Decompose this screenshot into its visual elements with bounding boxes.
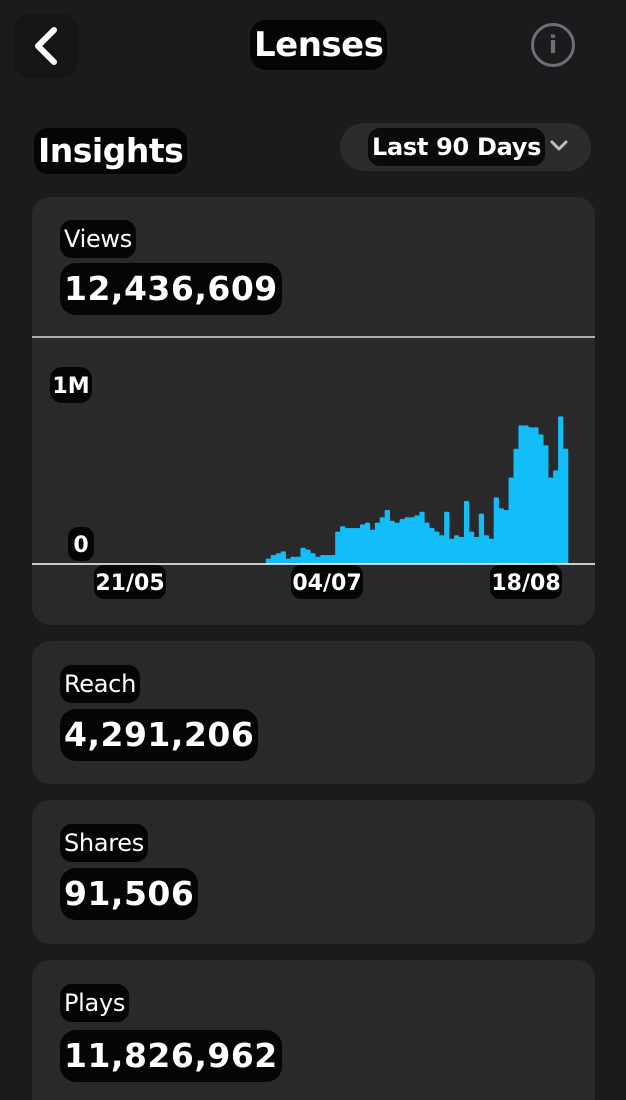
chart-bar (364, 522, 371, 564)
chart-bar (543, 445, 549, 564)
page-title: Lenses (250, 20, 388, 70)
chart-bar (330, 555, 336, 564)
chevron-left-icon (35, 27, 57, 65)
chart-bar (359, 524, 366, 564)
chart-bar (503, 510, 509, 564)
chart-bar (429, 528, 435, 564)
x-tick-label: 18/08 (491, 571, 560, 596)
chart-bar (379, 517, 385, 564)
date-range-value: Last 90 Days (368, 128, 546, 166)
chart-bar (563, 448, 569, 564)
plays-label: Plays (60, 984, 130, 1022)
chart-bar (548, 477, 554, 564)
chart-bar (483, 535, 490, 564)
plays-value: 11,826,962 (60, 1030, 282, 1082)
chart-bar (454, 535, 460, 564)
chart-bar (488, 538, 494, 564)
chart-bars (265, 416, 569, 564)
views-chart: 1M 0 21/05 04/07 18/08 (32, 336, 595, 599)
reach-value: 4,291,206 (60, 709, 259, 761)
chart-bar (320, 555, 326, 564)
reach-label: Reach (60, 665, 140, 703)
chart-bar (424, 522, 430, 564)
chart-bar (473, 537, 480, 564)
info-button[interactable]: i (531, 23, 575, 67)
shares-label: Shares (60, 824, 148, 862)
chart-bar (493, 497, 499, 564)
chart-bar (265, 558, 272, 564)
views-card[interactable]: Views 12,436,609 1M 0 21/05 04/07 18/08 (32, 197, 595, 625)
plays-card[interactable]: Plays 11,826,962 (32, 960, 595, 1100)
chart-bar (345, 528, 351, 564)
date-range-dropdown[interactable]: Last 90 Days (340, 123, 591, 171)
chart-bar (523, 425, 529, 564)
chart-bar (468, 531, 475, 564)
chart-bar (528, 427, 534, 564)
header: Lenses i (0, 0, 626, 92)
chart-bar (300, 547, 306, 564)
chart-bar (310, 553, 316, 564)
chart-bar (315, 556, 321, 564)
chevron-down-icon (550, 140, 568, 151)
chart-bar (350, 528, 356, 564)
chart-bar (553, 470, 559, 564)
chart-bar (270, 555, 276, 564)
chart-bar (384, 510, 390, 564)
chart-bar (374, 522, 381, 564)
chart-bar (498, 508, 504, 564)
chart-bar (538, 434, 544, 564)
chart-bar (325, 555, 331, 564)
chart-bar (508, 477, 514, 564)
chart-bar (513, 448, 519, 564)
chart-bar (533, 427, 539, 564)
chart-bar (419, 511, 425, 564)
chart-bar (275, 553, 281, 564)
chart-bar (449, 538, 455, 564)
chart-bar (404, 517, 410, 564)
chart-bar (295, 556, 301, 564)
x-tick-label: 04/07 (292, 571, 361, 596)
chart-bar (340, 526, 346, 564)
chart-bar (305, 549, 311, 564)
shares-value: 91,506 (60, 868, 199, 920)
chart-bar (444, 511, 450, 564)
insights-heading: Insights (34, 128, 188, 174)
chart-bar (459, 537, 465, 564)
chart-bar (399, 519, 405, 564)
y-tick-label: 0 (73, 533, 88, 558)
y-tick-label: 1M (52, 374, 89, 399)
chart-bar (518, 425, 524, 564)
chart-bar (434, 531, 440, 564)
chart-bar (335, 531, 341, 564)
chart-bar (409, 517, 415, 564)
chart-bar (478, 513, 485, 564)
chart-bar (389, 520, 395, 564)
shares-card[interactable]: Shares 91,506 (32, 800, 595, 944)
reach-card[interactable]: Reach 4,291,206 (32, 641, 595, 784)
chart-bar (285, 558, 291, 564)
chart-bar (369, 529, 376, 564)
back-button[interactable] (14, 14, 78, 78)
x-tick-label: 21/05 (95, 571, 164, 596)
chart-bar (463, 501, 470, 564)
chart-bar (439, 535, 445, 564)
chart-bar (414, 515, 420, 564)
chart-bar (354, 528, 361, 564)
chart-bar (394, 522, 400, 564)
chart-bar (558, 416, 564, 564)
chart-bar (290, 556, 296, 564)
info-icon: i (548, 31, 558, 59)
chart-bar (280, 551, 286, 564)
